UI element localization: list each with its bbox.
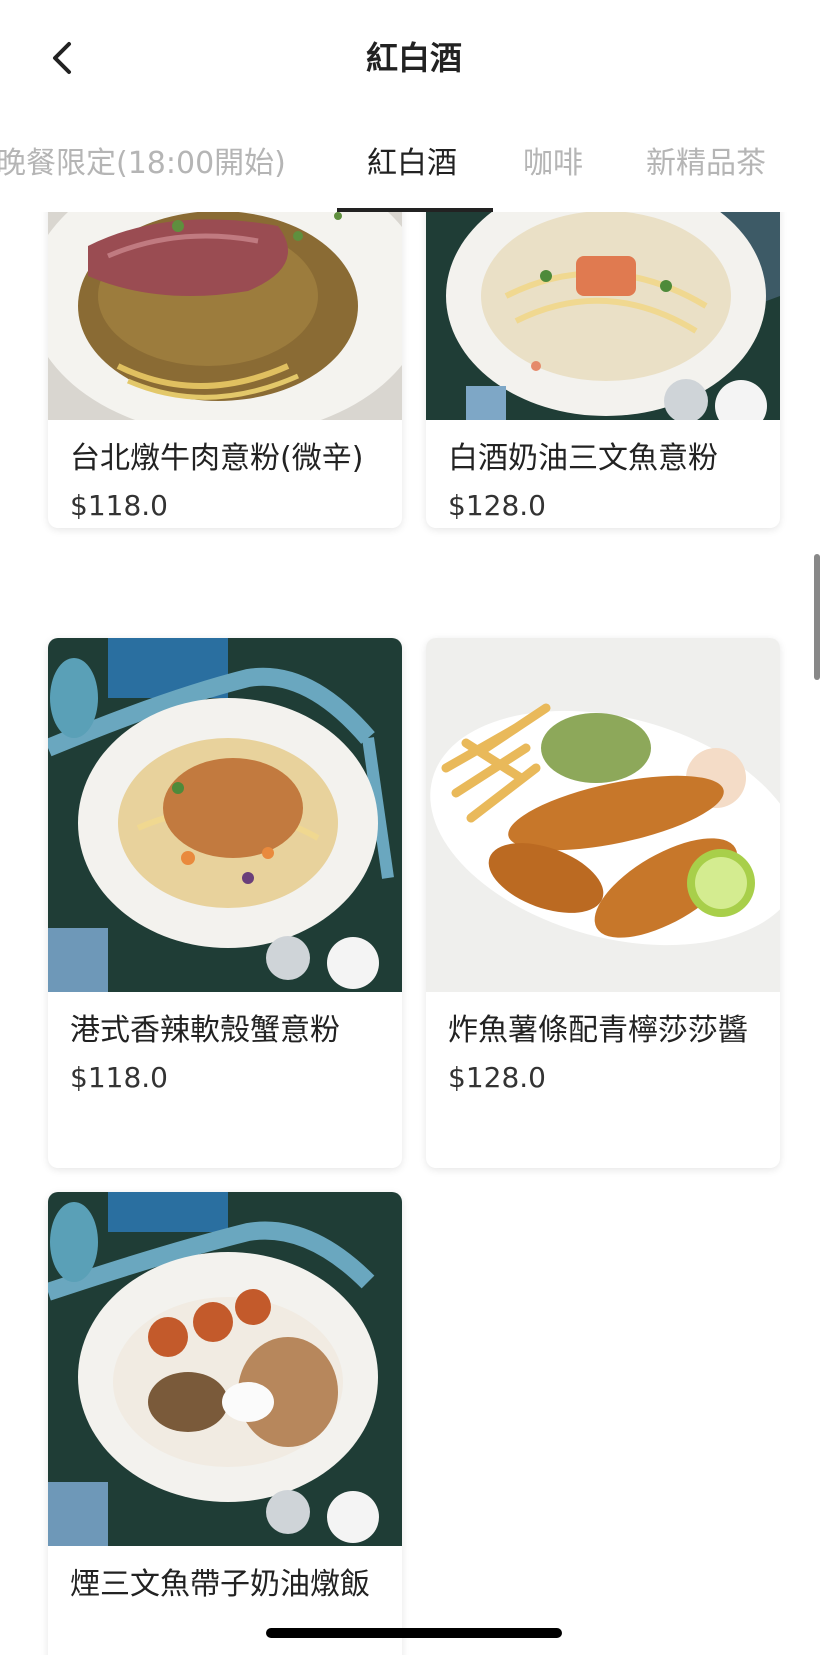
- fish-chips-photo: [426, 638, 780, 992]
- menu-item-card[interactable]: 白酒奶油三文魚意粉 $128.0: [426, 212, 780, 528]
- menu-item-card[interactable]: 台北燉牛肉意粉(微辛) $118.0: [48, 212, 402, 528]
- item-price: $118.0: [70, 1061, 168, 1094]
- menu-item-card[interactable]: 炸魚薯條配青檸莎莎醬 $128.0: [426, 638, 780, 1168]
- crab-pasta-photo: [48, 638, 402, 992]
- item-name: 台北燉牛肉意粉(微辛): [70, 441, 364, 476]
- top-bar: 紅白酒: [0, 0, 828, 116]
- item-price: $128.0: [448, 1061, 546, 1094]
- page-title: 紅白酒: [365, 39, 462, 77]
- home-indicator[interactable]: [266, 1628, 562, 1638]
- item-name: 煙三文魚帶子奶油燉飯: [70, 1567, 370, 1602]
- tab-wine[interactable]: 紅白酒: [367, 116, 457, 212]
- tab-dinner-limited[interactable]: 晚餐限定(18:00開始): [0, 116, 286, 212]
- scallop-risotto-photo: [48, 1192, 402, 1546]
- menu-item-card[interactable]: 煙三文魚帶子奶油燉飯: [48, 1192, 402, 1655]
- scrollbar[interactable]: [814, 554, 820, 680]
- category-tabs: 晚餐限定(18:00開始) 紅白酒 咖啡 新精品茶: [0, 116, 828, 212]
- menu-grid: 台北燉牛肉意粉(微辛) $118.0 白酒奶油三文魚意粉 $128.0 港式香辣…: [0, 212, 828, 1655]
- item-name: 炸魚薯條配青檸莎莎醬: [448, 1013, 748, 1048]
- item-price: $128.0: [448, 489, 546, 522]
- beef-pasta-photo: [48, 212, 402, 420]
- salmon-pasta-photo: [426, 212, 780, 420]
- tab-premium-tea[interactable]: 新精品茶: [646, 116, 766, 212]
- item-name: 白酒奶油三文魚意粉: [448, 441, 718, 476]
- tab-coffee[interactable]: 咖啡: [523, 116, 583, 212]
- menu-item-card[interactable]: 港式香辣軟殼蟹意粉 $118.0: [48, 638, 402, 1168]
- item-name: 港式香辣軟殼蟹意粉: [70, 1013, 340, 1048]
- item-price: $118.0: [70, 489, 168, 522]
